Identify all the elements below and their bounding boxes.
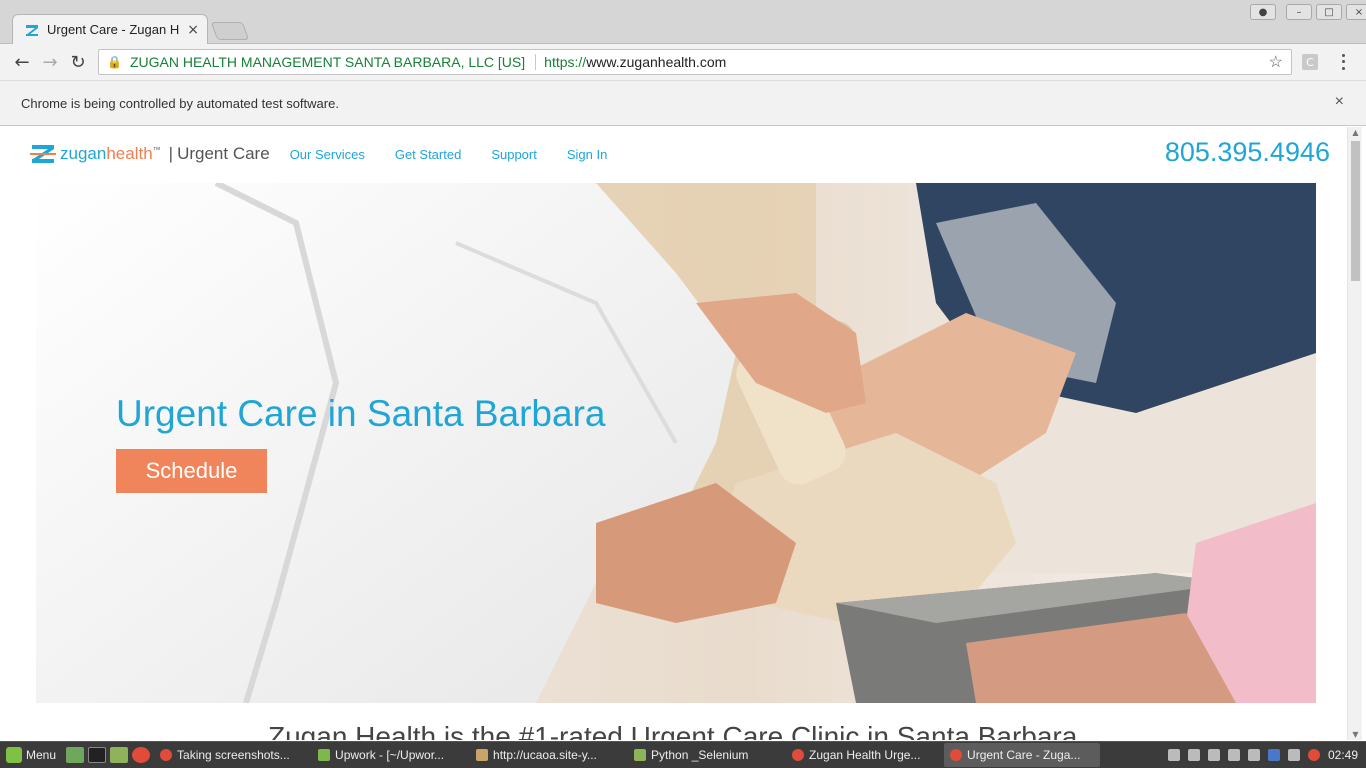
nav-get-started[interactable]: Get Started — [395, 147, 461, 162]
scroll-up-icon[interactable]: ▲ — [1351, 128, 1360, 137]
infobar-message: Chrome is being controlled by automated … — [21, 95, 339, 111]
scroll-down-icon[interactable]: ▼ — [1351, 730, 1360, 739]
main-nav: Our Services Get Started Support Sign In — [290, 147, 608, 162]
chrome-launcher-icon[interactable] — [132, 747, 151, 763]
profile-control: ● — [1250, 4, 1276, 20]
chrome-tray-icon[interactable] — [1307, 749, 1320, 761]
chrome-icon — [160, 749, 173, 761]
chrome-menu-icon[interactable] — [1336, 52, 1350, 72]
window-controls: – □ × — [1286, 4, 1366, 20]
hero-title: Urgent Care in Santa Barbara — [116, 393, 606, 434]
browser-titlebar: Urgent Care - Zugan He × ● – □ × — [0, 0, 1366, 44]
page-scrollbar[interactable]: ▲ ▼ — [1347, 127, 1362, 740]
mint-logo-icon — [6, 747, 22, 763]
keyboard-icon[interactable] — [1287, 749, 1300, 761]
reload-button[interactable]: ↻ — [64, 48, 92, 76]
nav-support[interactable]: Support — [491, 147, 537, 162]
tab-title: Urgent Care - Zugan He — [47, 22, 180, 37]
start-menu-button[interactable]: Menu — [0, 742, 62, 768]
os-taskbar: Menu Taking screenshots... Upwork - [~/U… — [0, 741, 1366, 768]
profile-icon[interactable]: ● — [1250, 4, 1276, 20]
files-icon[interactable] — [110, 747, 129, 763]
taskbar-item-active[interactable]: Urgent Care - Zuga... — [944, 743, 1101, 767]
system-tray: 02:49 — [1167, 748, 1366, 762]
bluetooth-icon[interactable] — [1187, 749, 1200, 761]
lock-icon: 🔒 — [107, 55, 122, 69]
logo-divider: | — [168, 144, 174, 163]
tab-close-icon[interactable]: × — [187, 22, 199, 38]
browser-toolbar: ← → ↻ 🔒 ZUGAN HEALTH MANAGEMENT SANTA BA… — [0, 44, 1366, 80]
address-separator — [535, 54, 537, 70]
schedule-button[interactable]: Schedule — [116, 449, 267, 493]
zugan-favicon-icon — [26, 24, 38, 36]
battery-icon[interactable] — [1247, 749, 1260, 761]
scrollbar-thumb[interactable] — [1351, 141, 1360, 281]
document-icon — [476, 749, 489, 761]
minimize-button[interactable]: – — [1286, 4, 1312, 20]
taskbar-item[interactable]: Upwork - [~/Upwor... — [312, 743, 468, 767]
page-viewport: zuganhealth™ | Urgent Care Our Services … — [4, 127, 1347, 740]
nav-our-services[interactable]: Our Services — [290, 147, 365, 162]
new-tab-button[interactable] — [210, 22, 250, 40]
logo-trademark: ™ — [152, 145, 161, 155]
bookmark-star-icon[interactable]: ☆ — [1269, 52, 1283, 72]
hero-photo — [36, 183, 1316, 703]
volume-icon[interactable] — [1227, 749, 1240, 761]
back-button[interactable]: ← — [8, 48, 36, 76]
start-menu-label: Menu — [26, 748, 57, 762]
logo-text-health: health — [106, 144, 153, 163]
browser-tab-active[interactable]: Urgent Care - Zugan He × — [12, 14, 208, 44]
url-scheme: https:// — [544, 54, 587, 70]
logo-text-zugan: zugan — [60, 144, 107, 163]
taskbar-item[interactable]: Taking screenshots... — [154, 743, 310, 767]
shield-icon[interactable] — [1267, 749, 1280, 761]
quick-launch — [62, 747, 154, 763]
chrome-icon — [792, 749, 805, 761]
zugan-logo-icon — [30, 145, 56, 163]
maximize-button[interactable]: □ — [1316, 4, 1342, 20]
network-icon[interactable] — [1207, 749, 1220, 761]
taskbar-item[interactable]: Python _Selenium — [628, 743, 784, 767]
phone-number[interactable]: 805.395.4946 — [1165, 137, 1330, 168]
close-window-button[interactable]: × — [1346, 4, 1366, 20]
infobar-close-icon[interactable]: × — [1335, 93, 1344, 111]
page-tagline: Zugan Health is the #1-rated Urgent Care… — [268, 721, 1078, 740]
ev-certificate-name: ZUGAN HEALTH MANAGEMENT SANTA BARBARA, L… — [129, 54, 526, 70]
site-logo[interactable]: zuganhealth™ | Urgent Care — [30, 143, 270, 165]
clock[interactable]: 02:49 — [1328, 748, 1358, 762]
taskbar-item[interactable]: Zugan Health Urge... — [786, 743, 942, 767]
taskbar-item[interactable]: http://ucaoa.site-y... — [470, 743, 626, 767]
terminal-icon[interactable] — [88, 747, 107, 763]
nav-sign-in[interactable]: Sign In — [567, 147, 607, 162]
site-header: zuganhealth™ | Urgent Care Our Services … — [30, 137, 1330, 169]
user-icon[interactable] — [1167, 749, 1180, 761]
forward-button[interactable]: → — [36, 48, 64, 76]
extension-icon[interactable]: C — [1302, 54, 1318, 70]
folder-icon — [634, 749, 647, 761]
logo-subtitle: Urgent Care — [177, 144, 270, 163]
chrome-icon — [950, 749, 963, 761]
url-host: www.zuganhealth.com — [586, 54, 727, 70]
editor-icon — [318, 749, 331, 761]
address-bar[interactable]: 🔒 ZUGAN HEALTH MANAGEMENT SANTA BARBARA,… — [98, 49, 1292, 75]
automation-infobar: Chrome is being controlled by automated … — [0, 80, 1366, 126]
show-desktop-icon[interactable] — [66, 747, 85, 763]
hero-banner: Urgent Care in Santa Barbara Schedule — [36, 183, 1316, 703]
